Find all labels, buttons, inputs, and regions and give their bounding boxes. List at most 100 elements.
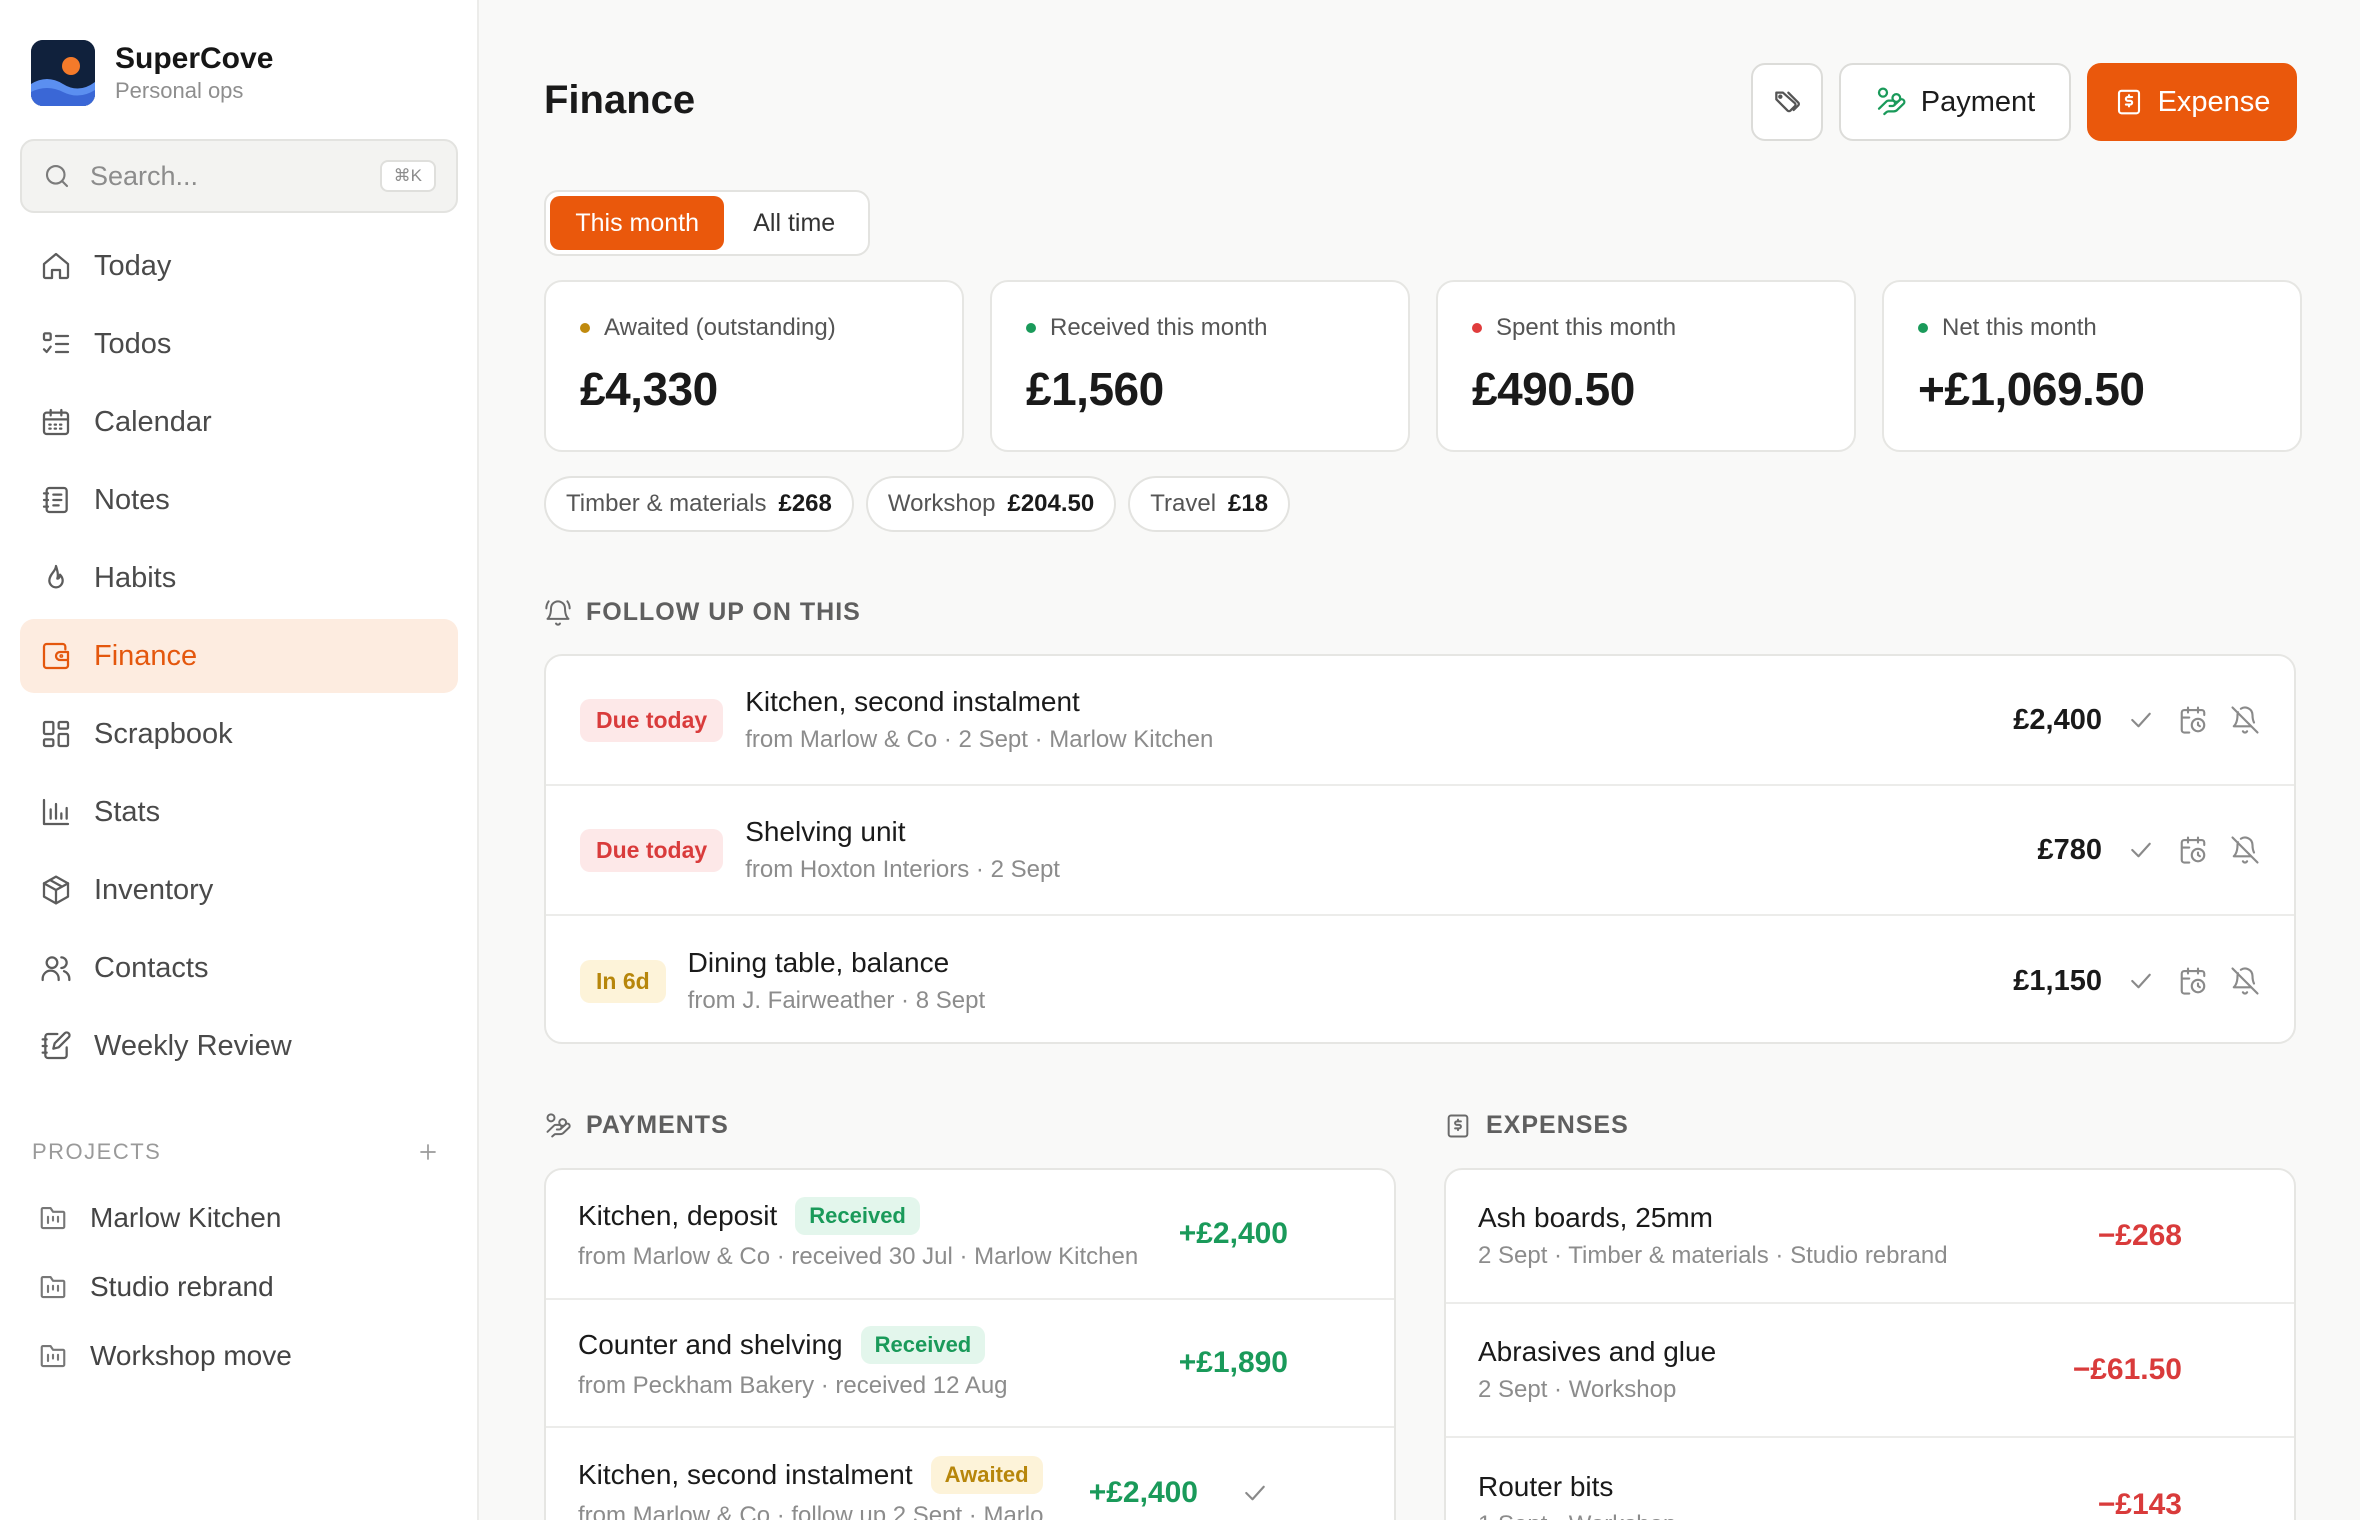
check-icon[interactable] xyxy=(2126,966,2156,996)
nav-item-today[interactable]: Today xyxy=(20,229,458,303)
brand[interactable]: SuperCove Personal ops xyxy=(31,40,273,106)
section-title: FOLLOW UP ON THIS xyxy=(586,598,861,626)
users-icon xyxy=(41,956,71,982)
status-badge: Received xyxy=(860,1326,986,1364)
section-title: PAYMENTS xyxy=(586,1111,729,1139)
follow-up-row[interactable]: In 6d Dining table, balance from J. Fair… xyxy=(546,916,2294,1042)
stat-card-awaited: Awaited (outstanding) £4,330 xyxy=(544,280,964,452)
add-expense-button[interactable]: Expense xyxy=(2087,63,2297,141)
project-item-workshop-move[interactable]: Workshop move xyxy=(20,1321,458,1390)
payment-row[interactable]: Kitchen, deposit Received from Marlow & … xyxy=(546,1170,1394,1300)
category-amount: £18 xyxy=(1228,490,1269,517)
check-icon[interactable] xyxy=(2126,705,2156,735)
row-title: Kitchen, second instalment xyxy=(578,1459,913,1490)
row-subtitle: 2 Sept · Timber & materials · Studio reb… xyxy=(1478,1242,1948,1269)
sidebar: SuperCove Personal ops Search... ⌘K Toda… xyxy=(0,0,479,1520)
category-name: Timber & materials xyxy=(566,490,767,517)
wallet-icon xyxy=(42,642,70,670)
nav-item-notes[interactable]: Notes xyxy=(20,463,458,537)
payment-row[interactable]: Kitchen, second instalment Awaited from … xyxy=(546,1428,1394,1520)
stat-card-received: Received this month £1,560 xyxy=(990,280,1410,452)
row-title: Kitchen, deposit xyxy=(578,1200,778,1231)
nav-item-calendar[interactable]: Calendar xyxy=(20,385,458,459)
due-badge: In 6d xyxy=(580,959,666,1003)
row-amount: £780 xyxy=(2037,833,2102,866)
category-chip[interactable]: Timber & materials £268 xyxy=(544,476,854,532)
add-project-icon[interactable] xyxy=(416,1140,440,1164)
due-badge: Due today xyxy=(580,698,724,742)
bar-chart-icon xyxy=(42,798,70,826)
search-input[interactable]: Search... ⌘K xyxy=(20,139,458,213)
expense-row[interactable]: Router bits 1 Sept · Workshop −£143 xyxy=(1446,1438,2294,1520)
nav-item-weekly-review[interactable]: Weekly Review xyxy=(20,1009,458,1083)
expense-row[interactable]: Abrasives and glue 2 Sept · Workshop −£6… xyxy=(1446,1304,2294,1438)
category-chip[interactable]: Travel £18 xyxy=(1128,476,1291,532)
row-title: Ash boards, 25mm xyxy=(1478,1202,1713,1233)
row-subtitle: from J. Fairweather · 8 Sept xyxy=(687,987,986,1014)
row-subtitle: from Peckham Bakery · received 12 Aug xyxy=(578,1372,1008,1399)
nav-label: Contacts xyxy=(94,951,209,984)
nav-label: Scrapbook xyxy=(94,717,233,750)
project-item-studio-rebrand[interactable]: Studio rebrand xyxy=(20,1252,458,1321)
search-shortcut: ⌘K xyxy=(379,160,436,192)
row-title: Router bits xyxy=(1478,1471,1614,1502)
nav-item-habits[interactable]: Habits xyxy=(20,541,458,615)
row-subtitle: from Marlow & Co · received 30 Jul · Mar… xyxy=(578,1243,1139,1270)
status-badge: Received xyxy=(795,1197,920,1235)
row-amount: +£2,400 xyxy=(1088,1476,1198,1509)
folder-kanban-icon xyxy=(40,1275,66,1298)
nav-label: Calendar xyxy=(94,405,212,438)
nav-item-stats[interactable]: Stats xyxy=(20,775,458,849)
follow-up-row[interactable]: Due today Shelving unit from Hoxton Inte… xyxy=(546,786,2294,916)
calendar-clock-icon[interactable] xyxy=(2178,966,2208,996)
tags-button[interactable] xyxy=(1751,63,1823,141)
nav-item-todos[interactable]: Todos xyxy=(20,307,458,381)
add-payment-button[interactable]: Payment xyxy=(1839,63,2071,141)
range-all-time[interactable]: All time xyxy=(724,196,864,250)
payments-heading: PAYMENTS xyxy=(544,1111,729,1140)
row-title: Dining table, balance xyxy=(687,947,950,978)
stat-label: Received this month xyxy=(1050,314,1268,341)
nav-label: Finance xyxy=(94,639,198,672)
nav-label: Habits xyxy=(94,561,177,594)
app-name: SuperCove xyxy=(115,42,274,75)
payment-label: Payment xyxy=(1920,85,2036,118)
nav-item-inventory[interactable]: Inventory xyxy=(20,853,458,927)
follow-up-row[interactable]: Due today Kitchen, second instalment fro… xyxy=(546,656,2294,786)
row-title: Abrasives and glue xyxy=(1478,1336,1717,1367)
row-amount: +£1,890 xyxy=(1178,1346,1288,1379)
status-dot xyxy=(1472,323,1482,333)
payment-row[interactable]: Counter and shelving Received from Peckh… xyxy=(546,1300,1394,1428)
expense-row[interactable]: Ash boards, 25mm 2 Sept · Timber & mater… xyxy=(1446,1170,2294,1304)
project-item-marlow-kitchen[interactable]: Marlow Kitchen xyxy=(20,1183,458,1252)
notebook-icon xyxy=(42,486,68,514)
receipt-icon xyxy=(2117,89,2140,115)
header-actions: Payment Expense xyxy=(1751,63,2297,141)
bell-off-icon[interactable] xyxy=(2230,835,2260,865)
bell-off-icon[interactable] xyxy=(2230,966,2260,996)
category-name: Workshop xyxy=(887,490,996,517)
flame-icon xyxy=(48,564,64,589)
nav-label: Today xyxy=(94,249,172,282)
section-title: EXPENSES xyxy=(1486,1111,1629,1139)
row-amount: £2,400 xyxy=(2013,703,2102,736)
package-icon xyxy=(42,875,70,905)
calendar-clock-icon[interactable] xyxy=(2178,835,2208,865)
nav-item-scrapbook[interactable]: Scrapbook xyxy=(20,697,458,771)
check-icon[interactable] xyxy=(1240,1478,1270,1508)
folder-kanban-icon xyxy=(40,1344,66,1367)
follow-up-list: Due today Kitchen, second instalment fro… xyxy=(544,654,2296,1044)
nav-item-finance[interactable]: Finance xyxy=(20,619,458,693)
calendar-clock-icon[interactable] xyxy=(2178,705,2208,735)
search-icon xyxy=(45,164,69,188)
category-chip[interactable]: Workshop £204.50 xyxy=(865,476,1117,532)
bell-off-icon[interactable] xyxy=(2230,705,2260,735)
check-icon[interactable] xyxy=(2126,835,2156,865)
range-this-month[interactable]: This month xyxy=(550,196,725,250)
projects-heading: PROJECTS xyxy=(32,1139,440,1165)
folder-kanban-icon xyxy=(40,1206,66,1229)
bell-ring-icon xyxy=(545,599,571,626)
status-dot xyxy=(1918,323,1928,333)
nav-item-contacts[interactable]: Contacts xyxy=(20,931,458,1005)
row-amount: −£143 xyxy=(2097,1488,2182,1520)
